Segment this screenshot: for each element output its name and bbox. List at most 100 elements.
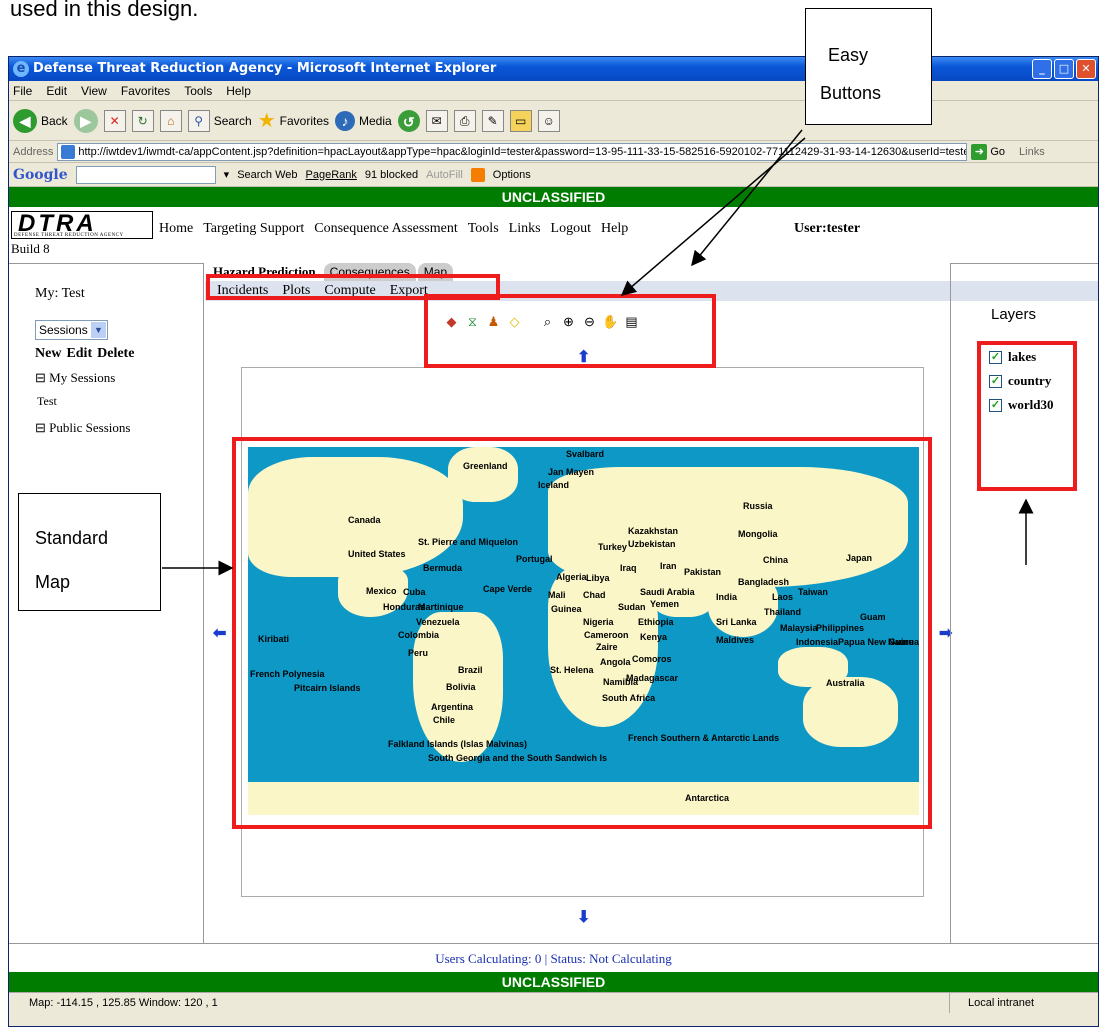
callout-line: Buttons bbox=[820, 83, 882, 103]
calc-status: Users Calculating: 0 | Status: Not Calcu… bbox=[9, 943, 1098, 972]
browser-toolbar: ◀ Back ▶ ✕ ↻ ⌂ ⚲ Search ★ Favorites ♪ Me… bbox=[9, 101, 1098, 141]
pan-down-icon[interactable]: ⬇ bbox=[577, 907, 590, 927]
google-search-input[interactable] bbox=[75, 165, 216, 184]
classification-banner-bottom: UNCLASSIFIED bbox=[9, 972, 1098, 992]
easy-buttons-callout: Easy Buttons bbox=[805, 8, 932, 125]
nav-targeting-support[interactable]: Targeting Support bbox=[203, 221, 304, 237]
user-label: User:tester bbox=[794, 221, 861, 236]
title-bar: e Defense Threat Reduction Agency - Micr… bbox=[9, 57, 1098, 81]
refresh-button[interactable]: ↻ bbox=[131, 109, 154, 132]
collapse-icon: ⊟ bbox=[35, 420, 46, 435]
autofill-button[interactable]: AutoFill bbox=[426, 169, 463, 181]
nav-tools[interactable]: Tools bbox=[468, 221, 499, 237]
window-controls: _ □ ✕ bbox=[1032, 59, 1096, 79]
nav-links[interactable]: Links bbox=[509, 221, 541, 237]
callout-line: Easy bbox=[828, 45, 869, 65]
nav-consequence-assessment[interactable]: Consequence Assessment bbox=[314, 221, 457, 237]
folder-icon[interactable]: ▭ bbox=[509, 109, 532, 132]
minimize-button[interactable]: _ bbox=[1032, 59, 1052, 79]
public-sessions-label: Public Sessions bbox=[49, 420, 131, 435]
app-nav: Home Targeting Support Consequence Asses… bbox=[159, 221, 628, 237]
back-arrow-icon: ◀ bbox=[13, 108, 37, 133]
history-icon[interactable]: ↺ bbox=[397, 109, 420, 132]
menu-file[interactable]: File bbox=[13, 81, 32, 100]
maximize-button[interactable]: □ bbox=[1054, 59, 1074, 79]
nav-home[interactable]: Home bbox=[159, 221, 193, 237]
app-header: DTRA DEFENSE THREAT REDUCTION AGENCY Bui… bbox=[9, 207, 1098, 263]
current-session-label: My: Test bbox=[35, 286, 85, 301]
stop-button[interactable]: ✕ bbox=[103, 109, 126, 132]
ie-status-bar: Map: -114.15 , 125.85 Window: 120 , 1 Lo… bbox=[9, 992, 1098, 1013]
delete-session-link[interactable]: Delete bbox=[97, 346, 134, 362]
menu-view[interactable]: View bbox=[81, 81, 107, 100]
menu-tools[interactable]: Tools bbox=[184, 81, 212, 100]
tree-my-sessions[interactable]: ⊟ My Sessions bbox=[35, 370, 115, 386]
search-icon: ⚲ bbox=[187, 109, 210, 132]
search-web-button[interactable]: Search Web bbox=[237, 169, 297, 181]
sessions-select[interactable]: Sessions ▼ bbox=[35, 320, 108, 340]
go-button[interactable]: ➜ Go bbox=[971, 143, 1006, 160]
build-label: Build 8 bbox=[11, 241, 50, 256]
address-url: http://iwtdev1/iwmdt-ca/appContent.jsp?d… bbox=[78, 145, 968, 158]
media-icon: ♪ bbox=[335, 110, 356, 131]
google-logo[interactable]: Google bbox=[13, 167, 68, 183]
collapse-icon: ⊟ bbox=[35, 370, 46, 385]
callout-line: Map bbox=[35, 572, 71, 592]
edit-session-link[interactable]: Edit bbox=[66, 346, 92, 362]
forward-button[interactable]: ▶ bbox=[73, 108, 98, 133]
media-label: Media bbox=[359, 113, 392, 128]
address-label: Address bbox=[13, 145, 54, 158]
menu-favorites[interactable]: Favorites bbox=[121, 81, 170, 100]
go-label: Go bbox=[990, 145, 1006, 158]
menu-help[interactable]: Help bbox=[226, 81, 251, 100]
dtra-logo: DTRA DEFENSE THREAT REDUCTION AGENCY bbox=[11, 210, 153, 239]
highlight-map bbox=[232, 437, 932, 829]
home-button[interactable]: ⌂ bbox=[159, 109, 182, 132]
ie-logo-icon: e bbox=[13, 61, 29, 77]
back-button[interactable]: ◀ Back bbox=[13, 108, 68, 133]
blogger-icon[interactable] bbox=[470, 167, 485, 182]
edit-icon[interactable]: ✎ bbox=[481, 109, 504, 132]
media-button[interactable]: ♪ Media bbox=[335, 110, 392, 131]
dtra-logo-subtitle: DEFENSE THREAT REDUCTION AGENCY bbox=[14, 233, 124, 238]
address-bar: Address http://iwtdev1/iwmdt-ca/appConte… bbox=[9, 141, 1098, 163]
sessions-select-value: Sessions bbox=[39, 323, 88, 337]
menu-edit[interactable]: Edit bbox=[46, 81, 67, 100]
document-caption: used in this design. bbox=[10, 0, 199, 21]
page-icon bbox=[61, 144, 76, 159]
highlight-layers bbox=[977, 341, 1077, 491]
google-dropdown-icon[interactable]: ▾ bbox=[224, 168, 230, 181]
address-input[interactable]: http://iwtdev1/iwmdt-ca/appContent.jsp?d… bbox=[57, 142, 968, 161]
favorites-button[interactable]: ★ Favorites bbox=[258, 108, 329, 133]
nav-help[interactable]: Help bbox=[601, 221, 628, 237]
chevron-down-icon: ▼ bbox=[91, 322, 106, 338]
messenger-icon[interactable]: ☺ bbox=[537, 109, 560, 132]
window-title: Defense Threat Reduction Agency - Micros… bbox=[33, 61, 497, 76]
menu-bar: File Edit View Favorites Tools Help bbox=[9, 81, 1098, 101]
back-label: Back bbox=[41, 113, 68, 128]
session-actions: New Edit Delete bbox=[35, 346, 134, 362]
search-button[interactable]: ⚲ Search bbox=[187, 109, 252, 132]
print-icon[interactable]: ⎙ bbox=[453, 109, 476, 132]
nav-logout[interactable]: Logout bbox=[551, 221, 591, 237]
star-icon: ★ bbox=[257, 110, 276, 132]
popup-blocked-label[interactable]: 91 blocked bbox=[365, 169, 418, 181]
favorites-label: Favorites bbox=[279, 113, 330, 128]
standard-map-callout: Standard Map bbox=[18, 493, 161, 611]
highlight-easy-buttons bbox=[424, 294, 716, 368]
pagerank-label: PageRank bbox=[305, 168, 357, 181]
links-label[interactable]: Links bbox=[1019, 146, 1045, 158]
my-sessions-label: My Sessions bbox=[49, 370, 116, 385]
new-session-link[interactable]: New bbox=[35, 346, 61, 362]
status-coordinates: Map: -114.15 , 125.85 Window: 120 , 1 bbox=[29, 997, 218, 1009]
tree-public-sessions[interactable]: ⊟ Public Sessions bbox=[35, 420, 130, 436]
close-button[interactable]: ✕ bbox=[1076, 59, 1096, 79]
options-button[interactable]: Options bbox=[493, 169, 531, 181]
search-label: Search bbox=[213, 113, 252, 128]
layers-title: Layers bbox=[991, 306, 1037, 323]
tree-item-test[interactable]: Test bbox=[37, 394, 57, 409]
google-toolbar: Google ▾ Search Web PageRank 91 blocked … bbox=[9, 163, 1098, 187]
mail-icon[interactable]: ✉ bbox=[425, 109, 448, 132]
classification-banner-top: UNCLASSIFIED bbox=[9, 187, 1098, 207]
pan-left-icon[interactable]: ⬅ bbox=[213, 623, 226, 643]
